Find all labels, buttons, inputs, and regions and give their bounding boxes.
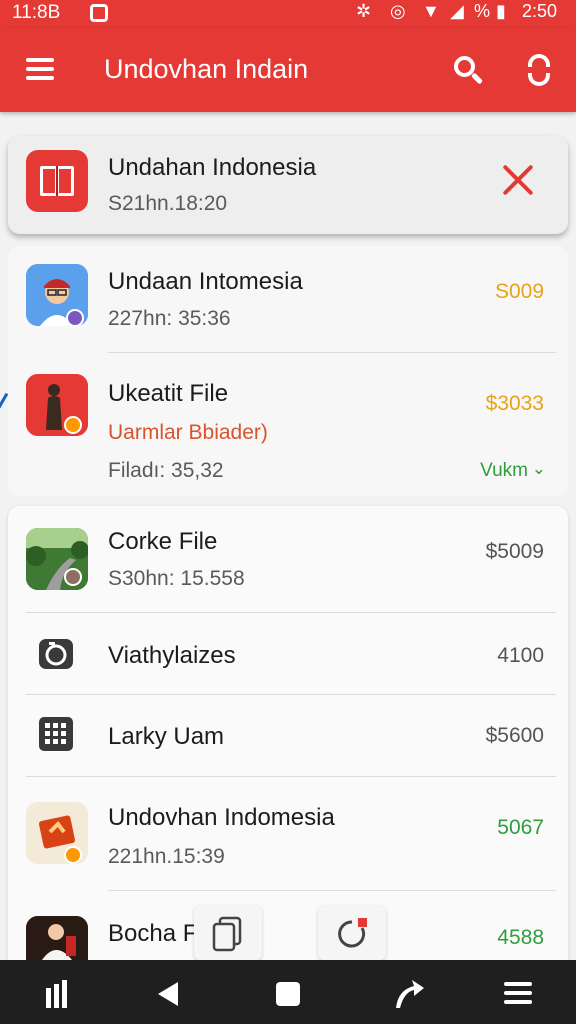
item-amount: $3033: [485, 392, 544, 415]
divider: [108, 352, 556, 353]
alarm-icon: ◎: [390, 1, 406, 21]
sync-icon[interactable]: [525, 54, 553, 86]
menu-icon[interactable]: [26, 58, 54, 80]
back-icon[interactable]: [128, 960, 208, 1024]
settings-gear-icon: ✲: [356, 1, 372, 21]
app-title: Undovhan Indain: [104, 54, 309, 84]
divider: [26, 694, 556, 695]
item-subtitle: S30hn: 15.558: [108, 567, 245, 590]
home-icon[interactable]: [248, 960, 328, 1024]
item-subtitle-secondary: Filadı: 35,32: [108, 459, 224, 482]
portrait-photo-icon[interactable]: [26, 916, 88, 960]
badge-icon: [64, 416, 82, 434]
badge-icon: [66, 309, 84, 327]
camera-icon[interactable]: [38, 636, 74, 672]
calculator-icon[interactable]: [38, 716, 74, 752]
refresh-chip[interactable]: [318, 906, 386, 960]
copy-chip[interactable]: [194, 906, 262, 960]
share-icon[interactable]: [368, 960, 448, 1024]
item-title: Undovhan Indomesia: [108, 804, 335, 831]
battery-icon: ▮: [496, 1, 506, 21]
book-icon: [26, 150, 88, 212]
notification-icon: [90, 4, 108, 22]
badge-icon: [64, 568, 82, 586]
item-subtitle: 227hn: 35:36: [108, 307, 231, 330]
navigation-bar: [0, 960, 576, 1024]
list-item[interactable]: [8, 136, 568, 234]
refresh-icon: [338, 918, 367, 948]
battery-percent: %: [474, 1, 491, 21]
item-title: Viathylaizes: [108, 642, 236, 669]
item-amount: 4100: [497, 644, 544, 667]
recents-icon[interactable]: [20, 960, 100, 1024]
item-amount: S009: [494, 280, 544, 303]
item-amount: 4588: [497, 926, 544, 949]
item-title: Undahan Indonesia: [108, 154, 317, 181]
badge-icon: [64, 846, 82, 864]
copy-icon: [212, 916, 242, 952]
signal-icon: ◢: [450, 1, 464, 21]
menu-icon[interactable]: [478, 960, 558, 1024]
chevron-down-icon[interactable]: ⌄: [532, 459, 546, 479]
item-title: Corke File: [108, 528, 218, 555]
divider: [26, 612, 556, 613]
status-bar: 11:8В ✲ ◎ ▼ ◢ % ▮ 2:50: [0, 0, 576, 28]
search-icon[interactable]: [454, 56, 484, 86]
wifi-icon: ▼: [422, 1, 440, 21]
close-icon[interactable]: [500, 162, 536, 198]
item-amount: $5009: [485, 540, 544, 563]
divider: [26, 776, 556, 777]
app-bar: Undovhan Indain: [0, 28, 576, 112]
item-title: Undaan Intomesia: [108, 268, 303, 295]
divider: [108, 890, 556, 891]
item-title: Ukeatit File: [108, 380, 229, 407]
status-time: 11:8В: [12, 2, 61, 23]
item-amount: $5600: [485, 724, 544, 747]
list-group: [8, 506, 568, 976]
expand-link[interactable]: Vukm: [480, 460, 528, 482]
item-subtitle: Uarmlar Bbiader): [108, 421, 268, 444]
item-amount: 5067: [497, 816, 544, 839]
item-subtitle: 221hn.15:39: [108, 845, 225, 868]
item-subtitle: S21hn.18:20: [108, 192, 228, 215]
status-clock-right: 2:50: [522, 1, 558, 21]
item-title: Larky Uam: [108, 723, 225, 750]
